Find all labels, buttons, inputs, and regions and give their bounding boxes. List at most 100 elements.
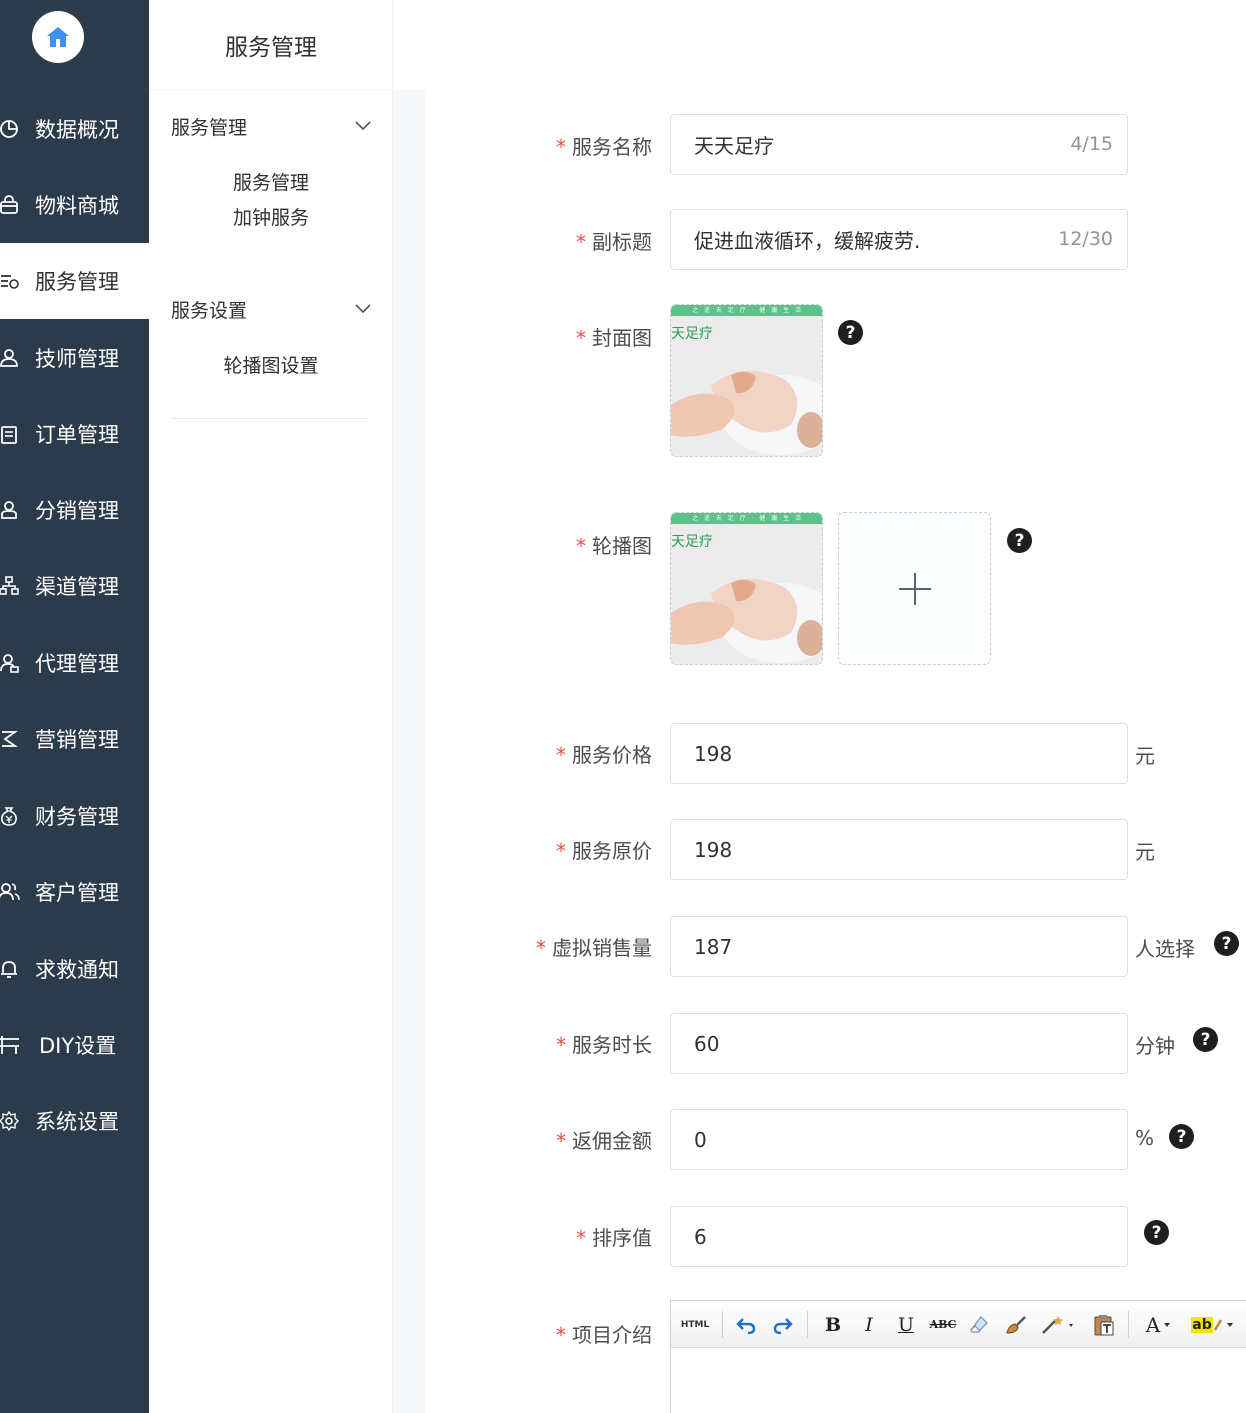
home-icon bbox=[47, 27, 69, 47]
required-mark: * bbox=[556, 135, 566, 159]
redo-icon bbox=[773, 1317, 793, 1334]
cover-image-label: * 封面图 bbox=[576, 322, 652, 351]
sidebar-item-mall[interactable]: 物料商城 bbox=[0, 167, 149, 243]
paste-text-button[interactable] bbox=[1090, 1311, 1118, 1338]
sidebar-item-customers[interactable]: 客户管理 bbox=[0, 854, 149, 930]
font-color-button[interactable]: A bbox=[1138, 1311, 1182, 1338]
sidebar-item-sos[interactable]: 求救通知 bbox=[0, 931, 149, 1007]
price-input[interactable] bbox=[694, 724, 1034, 783]
original-price-unit: 元 bbox=[1135, 840, 1155, 864]
auto-format-button[interactable] bbox=[1038, 1311, 1080, 1338]
virtual-sales-field[interactable] bbox=[670, 916, 1128, 977]
format-painter-button[interactable] bbox=[1002, 1311, 1030, 1338]
original-price-field[interactable] bbox=[670, 819, 1128, 880]
commission-field[interactable] bbox=[670, 1109, 1128, 1170]
label-text: 封面图 bbox=[592, 326, 652, 350]
help-icon[interactable]: ? bbox=[1007, 528, 1032, 553]
required-mark: * bbox=[576, 326, 586, 350]
bell-icon bbox=[0, 958, 20, 980]
required-mark: * bbox=[576, 534, 586, 558]
service-name-input[interactable] bbox=[694, 115, 1034, 174]
required-mark: * bbox=[556, 743, 566, 767]
help-icon[interactable]: ? bbox=[838, 320, 863, 345]
sidebar-item-diy[interactable]: DIY设置 bbox=[0, 1007, 149, 1083]
sidebar-item-distribution[interactable]: 分销管理 bbox=[0, 472, 149, 548]
strikethrough-button[interactable]: ABC bbox=[928, 1311, 958, 1338]
redo-button[interactable] bbox=[768, 1311, 798, 1338]
price-unit: 元 bbox=[1135, 744, 1155, 768]
html-source-button[interactable]: HTML bbox=[679, 1311, 711, 1338]
distribution-user-icon bbox=[0, 499, 20, 521]
sidebar-item-technician[interactable]: 技师管理 bbox=[0, 320, 149, 396]
sidebar-item-channel[interactable]: 渠道管理 bbox=[0, 548, 149, 624]
image-banner-text: 之 道 天 足 疗 · 健 康 生 活 bbox=[691, 307, 804, 314]
font-color-glyph: A bbox=[1145, 1312, 1161, 1337]
required-mark: * bbox=[576, 1226, 586, 1250]
eraser-button[interactable] bbox=[965, 1311, 993, 1338]
customers-icon bbox=[0, 881, 20, 903]
submenu-group-service[interactable]: 服务管理 bbox=[171, 111, 371, 141]
cover-image-thumbnail[interactable]: 之 道 天 足 疗 · 健 康 生 活 天足疗 bbox=[670, 304, 823, 457]
sort-input[interactable] bbox=[694, 1207, 1034, 1266]
sort-field[interactable] bbox=[670, 1206, 1128, 1267]
chevron-down-icon bbox=[355, 304, 371, 314]
commission-input[interactable] bbox=[694, 1110, 1034, 1169]
submenu-item-carousel-settings[interactable]: 轮播图设置 bbox=[149, 351, 393, 378]
help-icon[interactable]: ? bbox=[1214, 931, 1239, 956]
sidebar-item-label: 技师管理 bbox=[35, 347, 119, 371]
submenu-title: 服务管理 bbox=[149, 0, 393, 90]
duration-input[interactable] bbox=[694, 1014, 1034, 1073]
submenu-divider bbox=[171, 418, 369, 419]
submenu-item-overtime-service[interactable]: 加钟服务 bbox=[149, 203, 393, 230]
service-name-field[interactable]: 4/15 bbox=[670, 114, 1128, 175]
help-icon[interactable]: ? bbox=[1169, 1124, 1194, 1149]
label-text: 服务价格 bbox=[572, 743, 652, 767]
sidebar-item-label: 订单管理 bbox=[35, 423, 119, 447]
virtual-sales-input[interactable] bbox=[694, 917, 1034, 976]
sidebar-item-label: 分销管理 bbox=[35, 499, 119, 523]
subtitle-field[interactable]: 12/30 bbox=[670, 209, 1128, 270]
subtitle-input[interactable] bbox=[694, 210, 1034, 269]
marketing-icon bbox=[0, 728, 20, 750]
rich-text-editor[interactable]: HTML B I U ABC A ab bbox=[670, 1300, 1246, 1413]
sidebar-item-finance[interactable]: 财务管理 bbox=[0, 778, 149, 854]
carousel-image-thumbnail[interactable]: 之 道 天 足 疗 · 健 康 生 活 天足疗 bbox=[670, 512, 823, 665]
undo-button[interactable] bbox=[731, 1311, 761, 1338]
required-mark: * bbox=[556, 839, 566, 863]
original-price-input[interactable] bbox=[694, 820, 1034, 879]
italic-button[interactable]: I bbox=[855, 1311, 883, 1338]
duration-field[interactable] bbox=[670, 1013, 1128, 1074]
required-mark: * bbox=[556, 1323, 566, 1347]
sidebar-item-service[interactable]: 服务管理 bbox=[0, 243, 149, 319]
order-clipboard-icon bbox=[0, 423, 20, 445]
subtitle-label: * 副标题 bbox=[576, 226, 652, 255]
sidebar-item-label: 系统设置 bbox=[35, 1110, 119, 1134]
sidebar-item-label: 物料商城 bbox=[35, 194, 119, 218]
underline-button[interactable]: U bbox=[892, 1311, 920, 1338]
price-field[interactable] bbox=[670, 723, 1128, 784]
submenu-group-settings[interactable]: 服务设置 bbox=[171, 294, 371, 324]
required-mark: * bbox=[556, 1129, 566, 1153]
bold-button[interactable]: B bbox=[819, 1311, 847, 1338]
sidebar-item-orders[interactable]: 订单管理 bbox=[0, 396, 149, 472]
sidebar-item-agent[interactable]: 代理管理 bbox=[0, 625, 149, 701]
sidebar-item-marketing[interactable]: 营销管理 bbox=[0, 701, 149, 777]
char-counter: 12/30 bbox=[1058, 228, 1113, 250]
help-icon[interactable]: ? bbox=[1144, 1220, 1169, 1245]
submenu-item-service-manage[interactable]: 服务管理 bbox=[149, 168, 393, 195]
sidebar-item-system[interactable]: 系统设置 bbox=[0, 1083, 149, 1159]
required-mark: * bbox=[556, 1033, 566, 1057]
home-logo[interactable] bbox=[32, 11, 84, 63]
help-icon[interactable]: ? bbox=[1193, 1027, 1218, 1052]
pie-chart-icon bbox=[0, 118, 20, 140]
label-text: 服务名称 bbox=[572, 135, 652, 159]
label-text: 服务时长 bbox=[572, 1033, 652, 1057]
sidebar-item-label: 客户管理 bbox=[35, 881, 119, 905]
user-badge-icon bbox=[0, 347, 20, 369]
carousel-upload-button[interactable] bbox=[838, 512, 991, 665]
sidebar-item-overview[interactable]: 数据概况 bbox=[0, 91, 149, 167]
highlight-color-button[interactable]: ab bbox=[1190, 1311, 1238, 1338]
sidebar: 数据概况 物料商城 服务管理 技师管理 订单管理 分销管理 渠道管理 代理管理 … bbox=[0, 0, 149, 1413]
commission-label: * 返佣金额 bbox=[556, 1125, 652, 1154]
price-label: * 服务价格 bbox=[556, 739, 652, 768]
